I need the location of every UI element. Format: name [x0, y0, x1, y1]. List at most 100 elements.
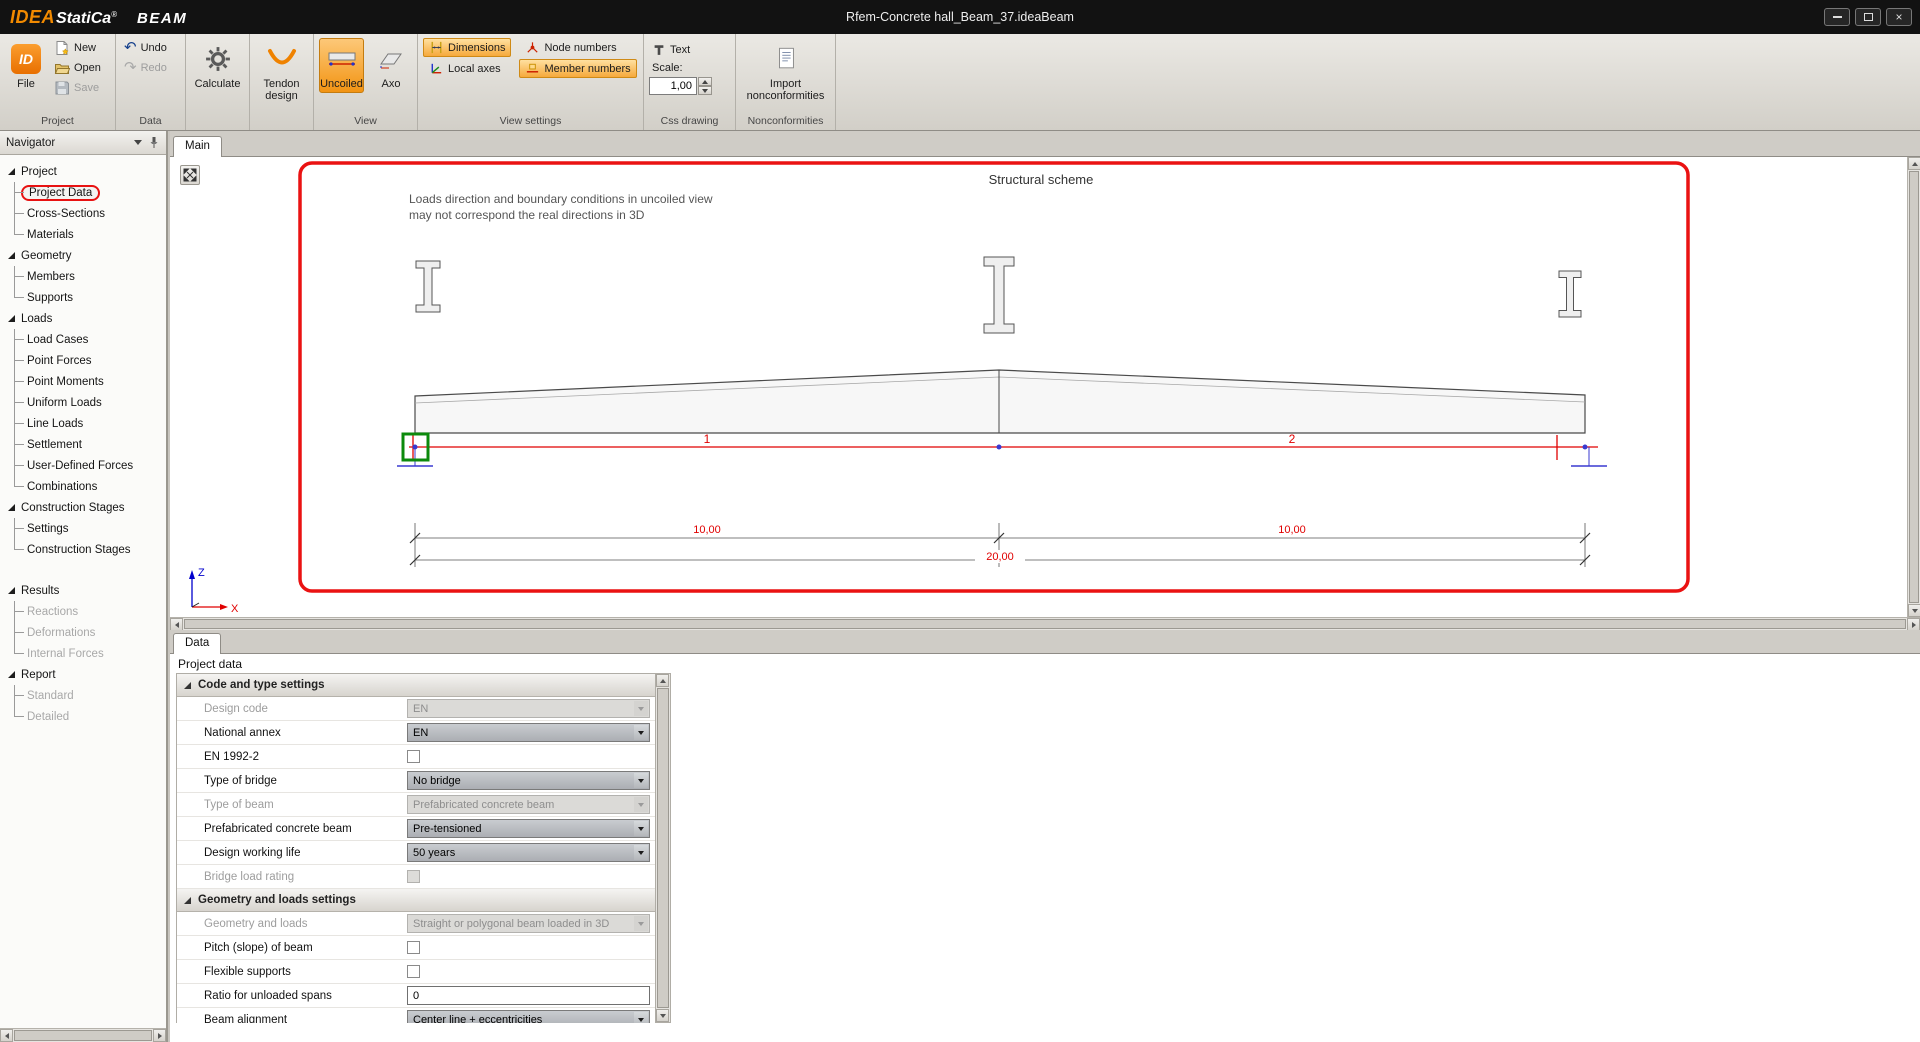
ribbon-group-calculate: Calculate — [186, 34, 250, 130]
member-numbers-toggle[interactable]: Member numbers — [519, 59, 636, 78]
nav-item-materials[interactable]: Materials — [0, 224, 166, 245]
dropdown-design-working-life[interactable]: 50 years — [407, 843, 650, 862]
nav-item-results[interactable]: Results — [0, 580, 166, 601]
expanded-triangle-icon — [8, 587, 15, 594]
nav-item-cross-sections[interactable]: Cross-Sections — [0, 203, 166, 224]
nav-item-project[interactable]: Project — [0, 161, 166, 182]
nav-item-uniform-loads[interactable]: Uniform Loads — [0, 392, 166, 413]
scroll-down-button[interactable] — [656, 1009, 669, 1022]
calculate-button[interactable]: Calculate — [191, 38, 244, 93]
property-control-cell: Pre-tensioned — [407, 819, 655, 838]
dropdown-national-annex[interactable]: EN — [407, 723, 650, 742]
scroll-down-button[interactable] — [1908, 604, 1920, 617]
input-ratio-for-unloaded-spans[interactable]: 0 — [407, 986, 650, 1005]
scrollbar-thumb[interactable] — [1909, 171, 1919, 603]
text-toggle[interactable]: Text — [649, 40, 712, 59]
node-numbers-toggle[interactable]: Node numbers — [519, 38, 636, 57]
tendon-design-button[interactable]: Tendondesign — [258, 38, 304, 105]
nav-item-geometry[interactable]: Geometry — [0, 245, 166, 266]
scale-input[interactable]: 1,00 — [649, 77, 697, 95]
dropdown-prefabricated-concrete-beam[interactable]: Pre-tensioned — [407, 819, 650, 838]
dropdown-arrow-icon — [634, 701, 648, 716]
nav-item-construction-stages[interactable]: Construction Stages — [0, 539, 166, 560]
gear-icon — [205, 46, 231, 72]
nav-item-construction-stages[interactable]: Construction Stages — [0, 497, 166, 518]
app-logo: IDEAStatiCa® BEAM — [0, 7, 187, 28]
main-area: Main Structural scheme Loads direction a… — [170, 131, 1920, 1042]
nav-item-report[interactable]: Report — [0, 664, 166, 685]
scroll-up-button[interactable] — [656, 674, 669, 687]
import-nonconformities-button[interactable]: Importnonconformities — [742, 38, 830, 105]
file-button[interactable]: ID File — [5, 38, 47, 93]
dropdown-beam-alignment[interactable]: Center line + eccentricities — [407, 1010, 650, 1023]
cross-section-symbol-left — [416, 261, 440, 312]
checkbox-pitch-slope-of-beam[interactable] — [407, 941, 420, 954]
navigator-tree: ProjectProject DataCross-SectionsMateria… — [0, 155, 166, 1028]
pin-icon[interactable] — [148, 136, 160, 149]
nav-item-loads[interactable]: Loads — [0, 308, 166, 329]
navigator-horizontal-scrollbar[interactable] — [0, 1028, 166, 1042]
undo-button[interactable]: ↶ Undo — [121, 38, 170, 57]
nav-item-members[interactable]: Members — [0, 266, 166, 287]
property-label: Prefabricated concrete beam — [177, 823, 407, 835]
dropdown-value: EN — [413, 703, 428, 715]
canvas-horizontal-scrollbar[interactable] — [170, 617, 1920, 630]
nav-item-point-forces[interactable]: Point Forces — [0, 350, 166, 371]
product-name: BEAM — [137, 10, 187, 27]
new-button[interactable]: New — [51, 38, 104, 57]
cross-section-symbol-right — [1559, 271, 1581, 317]
property-group-code-and-type-settings[interactable]: Code and type settings — [177, 674, 655, 697]
scheme-canvas[interactable]: Structural scheme Loads direction and bo… — [170, 157, 1920, 617]
nav-item-label: Point Moments — [27, 376, 104, 388]
tree-connector — [11, 224, 27, 245]
canvas-vertical-scrollbar[interactable] — [1907, 157, 1920, 617]
open-button[interactable]: Open — [51, 58, 104, 77]
uncoiled-view-button[interactable]: Uncoiled — [319, 38, 364, 93]
scroll-up-button[interactable] — [1908, 157, 1920, 170]
scroll-down-icon — [660, 1014, 666, 1018]
nav-item-user-defined-forces[interactable]: User-Defined Forces — [0, 455, 166, 476]
scrollbar-thumb[interactable] — [184, 619, 1906, 629]
scroll-right-button[interactable] — [153, 1029, 166, 1042]
nav-item-load-cases[interactable]: Load Cases — [0, 329, 166, 350]
scheme-title: Structural scheme — [989, 172, 1094, 187]
nav-item-label: Geometry — [21, 250, 72, 262]
minimize-button[interactable] — [1824, 8, 1850, 26]
scroll-left-icon — [175, 622, 179, 628]
nav-item-project-data[interactable]: Project Data — [0, 182, 166, 203]
scrollbar-thumb[interactable] — [14, 1030, 152, 1041]
redo-icon: ↷ — [124, 60, 137, 75]
fit-view-button[interactable] — [180, 165, 200, 185]
nav-item-settings[interactable]: Settings — [0, 518, 166, 539]
checkbox-en-1992-2[interactable] — [407, 750, 420, 763]
nav-item-point-moments[interactable]: Point Moments — [0, 371, 166, 392]
checkbox-flexible-supports[interactable] — [407, 965, 420, 978]
nav-item-combinations[interactable]: Combinations — [0, 476, 166, 497]
close-button[interactable]: × — [1886, 8, 1912, 26]
maximize-button[interactable] — [1855, 8, 1881, 26]
open-folder-icon — [54, 60, 70, 76]
axo-view-button[interactable]: Axo — [370, 38, 412, 93]
scrollbar-thumb[interactable] — [657, 688, 669, 1008]
property-group-geometry-and-loads-settings[interactable]: Geometry and loads settings — [177, 889, 655, 912]
nav-item-label: Settings — [27, 523, 69, 535]
chevron-down-icon[interactable] — [134, 140, 142, 145]
dimensions-icon — [429, 40, 444, 55]
property-grid-scrollbar[interactable] — [656, 673, 671, 1023]
nav-item-supports[interactable]: Supports — [0, 287, 166, 308]
local-axes-toggle[interactable]: Local axes — [423, 59, 511, 78]
navigator-panel: Navigator ProjectProject DataCross-Secti… — [0, 131, 168, 1042]
dropdown-type-of-bridge[interactable]: No bridge — [407, 771, 650, 790]
nav-item-line-loads[interactable]: Line Loads — [0, 413, 166, 434]
dimension-span2-label: 10,00 — [1278, 524, 1306, 536]
scale-spin-up-button[interactable] — [698, 77, 712, 86]
tab-main[interactable]: Main — [173, 136, 222, 157]
property-control-cell: 0 — [407, 986, 655, 1005]
dimension-span1-label: 10,00 — [693, 524, 721, 536]
nav-item-settlement[interactable]: Settlement — [0, 434, 166, 455]
dropdown-arrow-icon — [634, 773, 648, 788]
scroll-left-button[interactable] — [0, 1029, 13, 1042]
tab-data[interactable]: Data — [173, 633, 221, 654]
dimensions-toggle[interactable]: Dimensions — [423, 38, 511, 57]
scale-spin-down-button[interactable] — [698, 86, 712, 95]
